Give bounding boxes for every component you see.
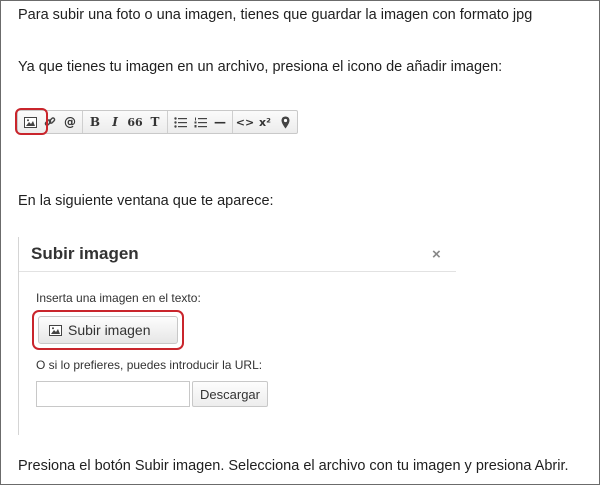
upload-image-dialog: Subir imagen × Inserta una imagen en el … (18, 237, 456, 435)
toolbar-group-extra: <> x² (233, 111, 297, 133)
quote-icon[interactable]: 66 (125, 112, 145, 132)
dialog-divider (19, 271, 456, 272)
instruction-paragraph-1: Para subir una foto o una imagen, tienes… (18, 7, 533, 23)
insert-image-label: Inserta una imagen en el texto: (36, 291, 201, 305)
at-icon[interactable]: @ (60, 112, 80, 132)
instruction-paragraph-3: En la siguiente ventana que te aparece: (18, 193, 274, 209)
image-button-highlight (15, 108, 48, 135)
bold-icon[interactable]: B (85, 112, 105, 132)
dialog-title: Subir imagen (31, 244, 139, 263)
url-label: O si lo prefieres, puedes introducir la … (36, 358, 263, 372)
close-icon[interactable]: × (432, 246, 441, 263)
toolbar-group-lists: — (168, 111, 233, 133)
code-icon[interactable]: <> (235, 112, 255, 132)
instruction-paragraph-2: Ya que tienes tu imagen en un archivo, p… (18, 59, 503, 75)
superscript-icon[interactable]: x² (255, 112, 275, 132)
upload-button-highlight (32, 310, 184, 350)
editor-toolbar: @ B I 66 T — <> x² (17, 110, 298, 134)
location-pin-icon[interactable] (275, 112, 295, 132)
numbered-list-icon[interactable] (190, 112, 210, 132)
download-button[interactable]: Descargar (192, 381, 268, 407)
bullet-list-icon[interactable] (170, 112, 190, 132)
italic-icon[interactable]: I (105, 112, 125, 132)
instruction-paragraph-4: Presiona el botón Subir imagen. Seleccio… (18, 458, 569, 474)
text-icon[interactable]: T (145, 112, 165, 132)
toolbar-group-format: B I 66 T (83, 111, 168, 133)
horizontal-rule-icon[interactable]: — (210, 112, 230, 132)
url-input[interactable] (36, 381, 190, 407)
